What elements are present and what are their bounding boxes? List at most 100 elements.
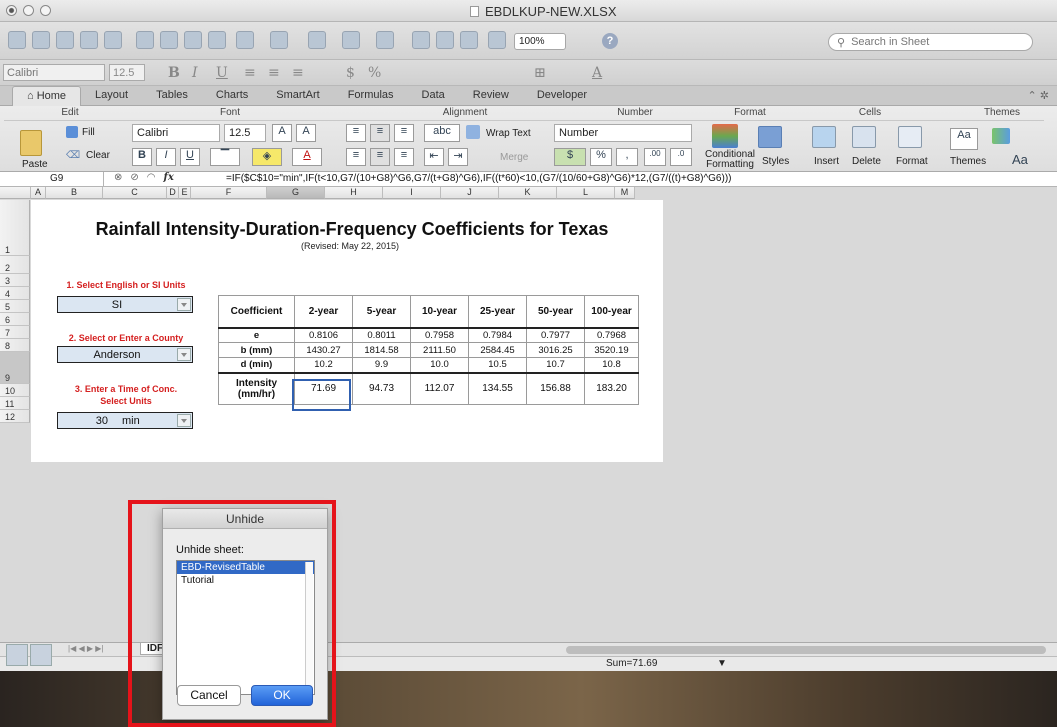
sort-icon[interactable] — [342, 31, 360, 49]
cancel-icon[interactable]: ⊗ — [114, 172, 122, 183]
paste-clipboard-icon[interactable] — [20, 130, 42, 156]
align-right-icon[interactable]: ≡ — [292, 65, 304, 81]
comma-icon[interactable]: , — [616, 148, 638, 166]
format-painter-icon[interactable] — [208, 31, 226, 49]
page-layout-view-icon[interactable] — [30, 644, 52, 666]
tab-home[interactable]: ⌂ Home — [12, 86, 82, 106]
select-all-corner[interactable] — [0, 187, 31, 199]
tab-smartart[interactable]: SmartArt — [262, 86, 333, 106]
percent-icon[interactable]: % — [368, 65, 381, 81]
row-header-5[interactable]: 5 — [0, 300, 30, 313]
intensity-cell[interactable]: 183.20 — [584, 371, 639, 405]
ribbon-align-center-icon[interactable]: ≡ — [370, 148, 390, 166]
dropdown-arrow-icon[interactable] — [177, 298, 191, 311]
decrease-decimal-icon[interactable]: .0 — [670, 148, 692, 166]
zoom-icon[interactable] — [40, 5, 51, 16]
ribbon-percent-icon[interactable]: % — [590, 148, 612, 166]
close-icon[interactable] — [6, 5, 17, 16]
increase-decimal-icon[interactable]: .00 — [644, 148, 666, 166]
column-header-f[interactable]: F — [191, 187, 267, 199]
confirm-icon[interactable]: ⊘ — [130, 172, 138, 183]
font-color-icon[interactable]: A — [592, 65, 602, 81]
table-cell[interactable]: 0.7984 — [468, 327, 527, 343]
underline-icon[interactable]: U — [216, 65, 228, 81]
tab-charts[interactable]: Charts — [202, 86, 262, 106]
row-header-3[interactable]: 3 — [0, 274, 30, 287]
column-header-i[interactable]: I — [383, 187, 441, 199]
grow-font-icon[interactable]: A — [272, 124, 292, 142]
column-header-j[interactable]: J — [441, 187, 499, 199]
help-icon[interactable]: ? — [602, 33, 618, 49]
table-cell[interactable]: 10.2 — [294, 357, 353, 373]
table-cell[interactable]: 0.7958 — [410, 327, 469, 343]
edit-icon[interactable]: ◠ — [147, 172, 156, 183]
table-cell[interactable]: 10.7 — [526, 357, 585, 373]
decrease-indent-icon[interactable]: ⇤ — [424, 148, 444, 166]
table-cell[interactable]: 2584.45 — [468, 342, 527, 358]
tab-tables[interactable]: Tables — [142, 86, 202, 106]
row-header-10[interactable]: 10 — [0, 384, 30, 397]
ribbon-font-field[interactable]: Calibri — [132, 124, 220, 142]
open-icon[interactable] — [56, 31, 74, 49]
tab-layout[interactable]: Layout — [81, 86, 142, 106]
increase-indent-icon[interactable]: ⇥ — [448, 148, 468, 166]
align-center-icon[interactable]: ≡ — [268, 65, 280, 81]
align-left-icon[interactable]: ≡ — [244, 65, 256, 81]
paste-button[interactable]: Paste — [22, 159, 48, 170]
row-header-8[interactable]: 8 — [0, 339, 30, 352]
tab-formulas[interactable]: Formulas — [334, 86, 408, 106]
minimize-icon[interactable] — [23, 5, 34, 16]
search-input[interactable]: ⚲ Search in Sheet — [828, 33, 1033, 51]
table-cell[interactable]: 2111.50 — [410, 342, 469, 358]
new-workbook-icon[interactable] — [8, 31, 26, 49]
font-size-field[interactable]: 12.5 — [109, 64, 145, 81]
ribbon-align-right-icon[interactable]: ≡ — [394, 148, 414, 166]
align-middle-icon[interactable]: ≡ — [370, 124, 390, 142]
row-header-2[interactable]: 2 — [0, 256, 30, 274]
table-cell[interactable]: 10.0 — [410, 357, 469, 373]
tab-data[interactable]: Data — [408, 86, 459, 106]
table-cell[interactable]: 10.8 — [584, 357, 639, 373]
column-header-d[interactable]: D — [167, 187, 179, 199]
intensity-cell[interactable]: 134.55 — [468, 371, 527, 405]
normal-view-icon[interactable] — [6, 644, 28, 666]
statusbar-dropdown-icon[interactable]: ▼ — [717, 658, 727, 669]
themes-button[interactable]: Themes — [950, 156, 986, 167]
autosum-icon[interactable] — [308, 31, 326, 49]
column-header-g[interactable]: G — [267, 187, 325, 199]
column-header-c[interactable]: C — [103, 187, 167, 199]
ribbon-align-left-icon[interactable]: ≡ — [346, 148, 366, 166]
redo-icon[interactable] — [270, 31, 288, 49]
shrink-font-icon[interactable]: A — [296, 124, 316, 142]
table-cell[interactable]: 1814.58 — [352, 342, 411, 358]
theme-colors-icon[interactable] — [992, 128, 1010, 144]
save-icon[interactable] — [80, 31, 98, 49]
units-select[interactable]: SI — [57, 296, 193, 313]
insert-button[interactable]: Insert — [814, 156, 839, 167]
currency-icon[interactable]: $ — [346, 65, 355, 81]
fx-icon[interactable]: fx — [164, 172, 174, 183]
align-bottom-icon[interactable]: ≡ — [394, 124, 414, 142]
clear-button[interactable]: Clear — [86, 150, 110, 161]
table-cell[interactable]: 0.7968 — [584, 327, 639, 343]
delete-button[interactable]: Delete — [852, 156, 881, 167]
tab-review[interactable]: Review — [459, 86, 523, 106]
row-header-1[interactable]: 1 — [0, 200, 30, 256]
table-cell[interactable]: 0.8106 — [294, 327, 353, 343]
sidebar-icon[interactable] — [488, 31, 506, 49]
ribbon-borders-icon[interactable]: ▔ — [210, 148, 240, 166]
ribbon-size-field[interactable]: 12.5 — [224, 124, 266, 142]
table-cell[interactable]: 9.9 — [352, 357, 411, 373]
row-header-7[interactable]: 7 — [0, 326, 30, 339]
row-header-6[interactable]: 6 — [0, 313, 30, 326]
table-cell[interactable]: 3016.25 — [526, 342, 585, 358]
column-header-b[interactable]: B — [46, 187, 103, 199]
column-header-l[interactable]: L — [557, 187, 615, 199]
time-value[interactable]: 30 — [58, 415, 108, 427]
merge-button[interactable]: Merge — [500, 152, 528, 163]
fill-button[interactable]: Fill — [82, 127, 95, 138]
row-header-4[interactable]: 4 — [0, 287, 30, 300]
borders-icon[interactable]: ⊞ — [534, 65, 546, 81]
filter-icon[interactable] — [376, 31, 394, 49]
cut-icon[interactable] — [136, 31, 154, 49]
